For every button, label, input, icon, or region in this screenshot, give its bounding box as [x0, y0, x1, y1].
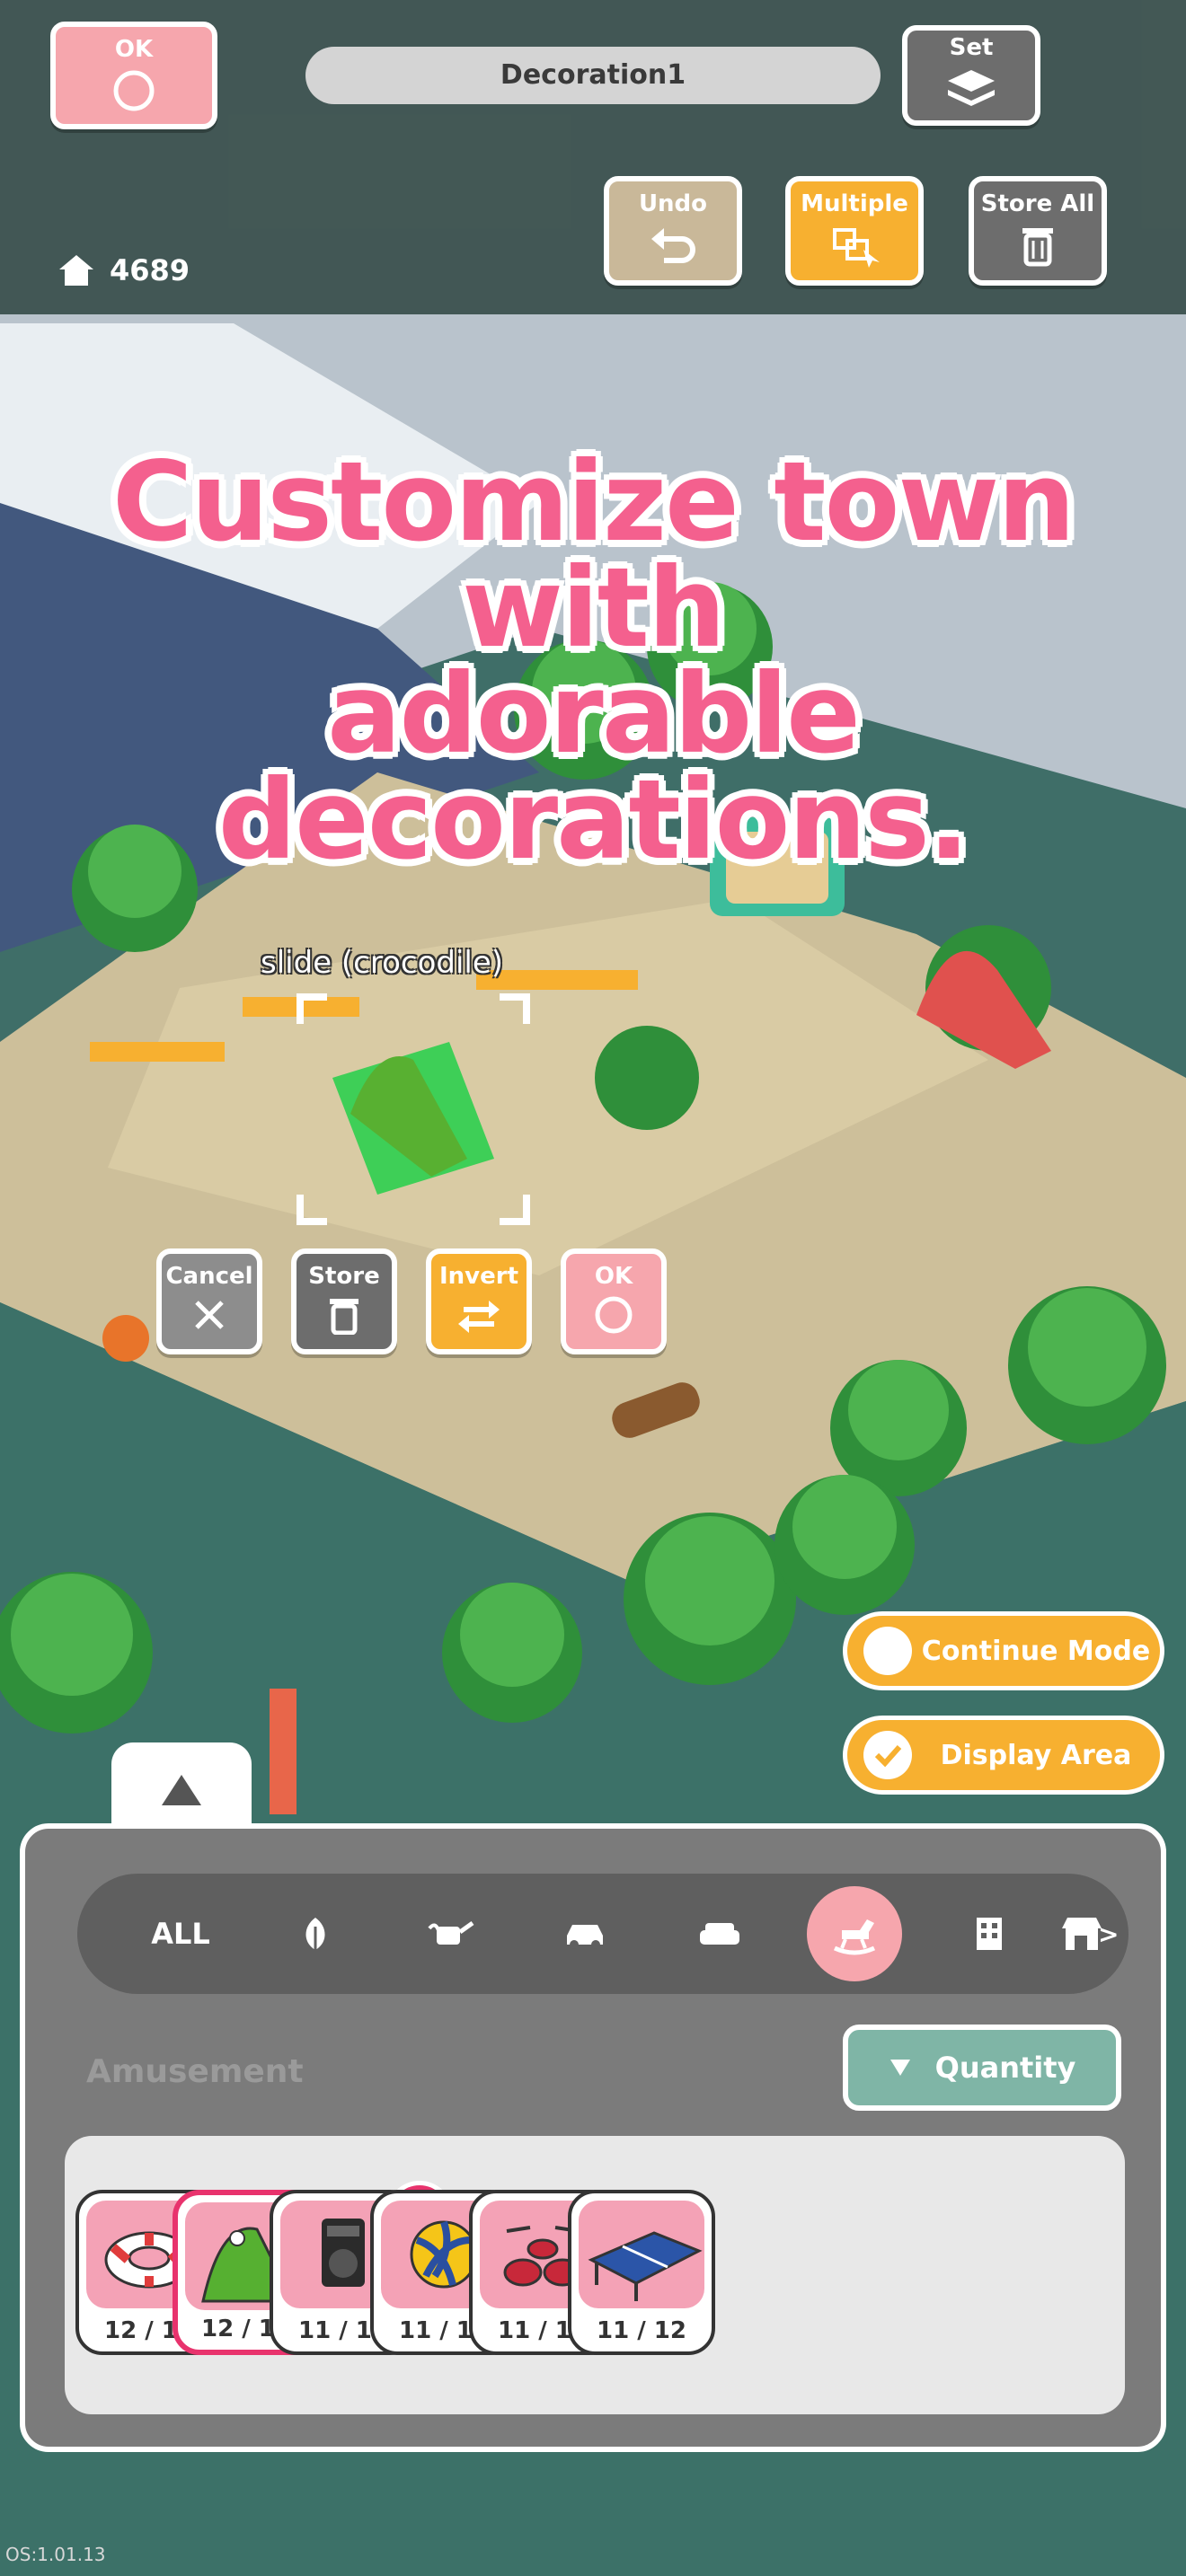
- store-all-button[interactable]: Store All: [969, 176, 1107, 286]
- sort-label: Quantity: [934, 2051, 1076, 2085]
- swap-arrows-icon: [458, 1301, 500, 1333]
- continue-mode-label: Continue Mode: [921, 1635, 1151, 1667]
- ping-pong-table-icon: [588, 2231, 703, 2301]
- circle-icon: [595, 1296, 633, 1334]
- version-label: OS:1.01.13: [5, 2544, 106, 2565]
- check-icon: [863, 1731, 912, 1779]
- rocking-horse-icon: [833, 1919, 876, 1955]
- home-icon: [59, 255, 93, 286]
- trash-icon: [1022, 228, 1053, 267]
- item-thumbnail: [579, 2201, 704, 2308]
- arrow-up-icon: [162, 1775, 201, 1805]
- ok-label: OK: [594, 1263, 633, 1290]
- multiple-button[interactable]: Multiple: [785, 176, 924, 286]
- circle-icon: [113, 70, 155, 111]
- invert-label: Invert: [438, 1263, 519, 1290]
- category-bar[interactable]: ALL >: [77, 1874, 1128, 1994]
- section-label: Amusement: [86, 2053, 304, 2090]
- headline-line-1: Customize town with: [112, 438, 1075, 672]
- coin-amount: 4689: [110, 253, 190, 287]
- category-garden[interactable]: [403, 1886, 498, 1981]
- ok-label: OK: [114, 36, 154, 63]
- confirm-placement-button[interactable]: OK: [561, 1248, 667, 1354]
- category-buildings[interactable]: [942, 1886, 1037, 1981]
- sort-quantity-button[interactable]: Quantity: [843, 2025, 1121, 2111]
- close-icon: [195, 1301, 224, 1329]
- invert-button[interactable]: Invert: [426, 1248, 532, 1354]
- triangle-down-icon: [890, 2060, 910, 2076]
- leaf-icon: [305, 1918, 325, 1952]
- display-area-label: Display Area: [940, 1739, 1132, 1771]
- cancel-button[interactable]: Cancel: [156, 1248, 262, 1354]
- category-vehicles[interactable]: [537, 1886, 633, 1981]
- coin-counter: 4689: [58, 253, 190, 287]
- category-amusement[interactable]: [807, 1886, 902, 1981]
- store-button[interactable]: Store: [291, 1248, 397, 1354]
- multi-select-icon: [833, 228, 880, 268]
- collapse-panel-tab[interactable]: [111, 1742, 252, 1829]
- shop-icon: [1062, 1918, 1102, 1950]
- multiple-label: Multiple: [801, 190, 908, 217]
- promo-headline: Customize town with adorable decorations…: [0, 438, 1186, 884]
- undo-button[interactable]: Undo: [604, 176, 742, 286]
- undo-icon: [651, 228, 695, 263]
- item-count: 11 / 12: [597, 2317, 686, 2344]
- item-panel: ALL > Amusement Quantity 12 / 13 12 / 13…: [20, 1823, 1166, 2452]
- layout-title[interactable]: Decoration1: [305, 47, 881, 104]
- watering-can-icon: [428, 1920, 474, 1945]
- headline-line-2: adorable decorations.: [217, 650, 969, 884]
- layers-icon: [948, 70, 995, 106]
- category-shops[interactable]: >: [1060, 1886, 1128, 1981]
- category-all[interactable]: ALL: [133, 1886, 228, 1981]
- more-categories-indicator: >: [1098, 1919, 1120, 1949]
- ok-button[interactable]: OK: [50, 22, 217, 129]
- sofa-icon: [700, 1923, 739, 1945]
- category-plants[interactable]: [268, 1886, 363, 1981]
- item-list: 12 / 13 12 / 13 11 / 13 11 / 12 11 / 12 …: [65, 2136, 1125, 2414]
- building-icon: [977, 1918, 1002, 1950]
- set-label: Set: [949, 34, 994, 61]
- category-furniture[interactable]: [672, 1886, 767, 1981]
- store-label: Store: [308, 1263, 380, 1290]
- undo-label: Undo: [638, 190, 708, 217]
- selected-item-name: slide (crocodile): [261, 945, 504, 981]
- store-all-label: Store All: [980, 190, 1095, 217]
- set-button[interactable]: Set: [902, 25, 1040, 126]
- toggle-off-knob: [863, 1627, 912, 1675]
- display-area-toggle[interactable]: Display Area: [843, 1716, 1164, 1795]
- car-icon: [567, 1925, 603, 1949]
- trash-icon: [330, 1299, 358, 1335]
- item-card-ping-pong-table[interactable]: 11 / 12: [568, 2190, 715, 2355]
- cancel-label: Cancel: [165, 1263, 253, 1290]
- continue-mode-toggle[interactable]: Continue Mode: [843, 1611, 1164, 1690]
